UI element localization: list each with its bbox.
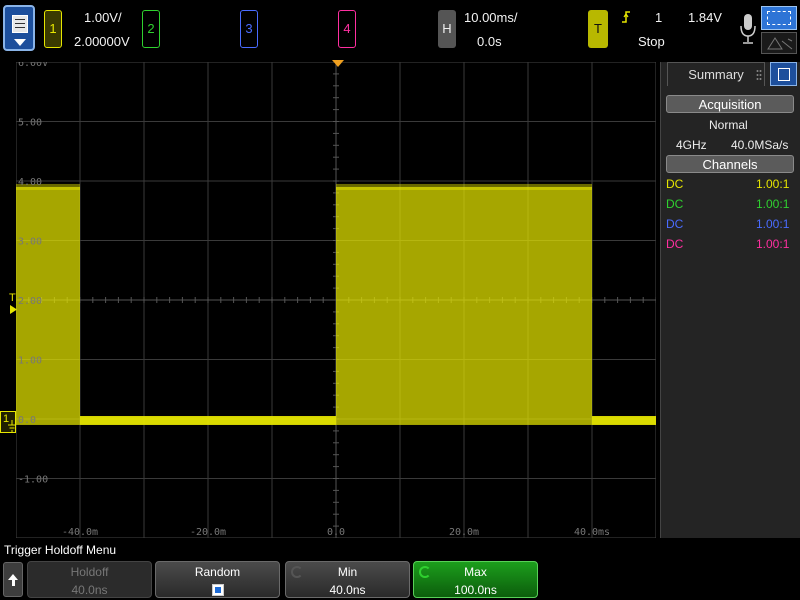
y-tick-label: 1.00 [18,356,42,367]
x-tick-label: -20.0m [190,527,226,538]
side-panel [660,62,800,538]
horizontal-button[interactable]: H [438,10,456,48]
trigger-button[interactable]: T [588,10,608,48]
y-tick-label: -1.00 [18,475,48,486]
y-tick-label: 3.00 [18,237,42,248]
microphone-icon[interactable] [738,12,758,46]
trigger-level-marker[interactable]: T [9,292,16,304]
horizontal-scale: 10.00ms/ [464,10,518,25]
holdoff-value: 40.0ns [71,583,108,597]
holdoff-label: Holdoff [70,565,109,579]
waveform-noise-band [336,183,592,190]
min-label: Min [337,565,358,579]
back-button[interactable] [3,562,23,597]
waveform-low-segment [592,416,656,425]
tab-summary[interactable]: Summary [667,62,765,86]
channel-coupling: DC [666,217,684,231]
waveform-high-segment [336,186,592,425]
min-softkey[interactable]: Min 40.0ns [285,561,410,598]
tab-menu-icon[interactable] [770,62,797,86]
sample-rate: 40.0MSa/s [731,138,789,152]
horizontal-delay: 0.0s [477,34,502,49]
main-menu-button[interactable] [3,5,35,51]
holdoff-softkey[interactable]: Holdoff 40.0ns [27,561,152,598]
channel-coupling: DC [666,197,684,211]
menu-title: Trigger Holdoff Menu [4,543,117,557]
trigger-level-arrow-icon [10,305,17,314]
max-label: Max [464,565,487,579]
bandwidth: 4GHz [676,138,707,152]
channel-4-button[interactable]: 4 [338,10,356,48]
min-value: 40.0ns [329,583,366,597]
channel-coupling: DC [666,237,684,251]
channels-header[interactable]: Channels [666,155,794,173]
random-checkbox[interactable] [212,584,224,596]
channel-3-button[interactable]: 3 [240,10,258,48]
y-tick-label: 0.0 [18,415,36,426]
dropdown-triangle-icon [14,39,26,46]
acquisition-mode: Normal [709,118,748,132]
channel-probe-ratio: 1.00:1 [756,217,790,231]
ground-icon [8,420,16,432]
waveform-low-segment [80,416,336,425]
max-softkey[interactable]: Max 100.0ns [413,561,538,598]
trigger-source: 1 [655,10,663,25]
x-tick-label: 0.0 [327,527,345,538]
y-tick-label: 6.00V [18,62,48,69]
y-tick-label: 4.00 [18,177,42,188]
y-tick-label: 5.00 [18,118,42,129]
trigger-time-marker-icon[interactable] [332,60,344,68]
channel-1-button[interactable]: 1 [44,10,62,48]
channel-probe-ratio: 1.00:1 [756,237,790,251]
acquisition-header[interactable]: Acquisition [666,95,794,113]
channel-probe-ratio: 1.00:1 [756,197,790,211]
x-tick-label: 20.0m [449,527,479,538]
waveform-display[interactable]: 6.00V 5.00 4.00 3.00 2.00 1.00 0.0 -1.00 -40.0m… [16,62,656,538]
x-tick-label: -40.0m [62,527,98,538]
channel-1-offset: 2.00000V [74,34,130,49]
zoom-box-tool-icon[interactable] [761,6,797,30]
run-status: Stop [638,34,665,49]
channel-2-button[interactable]: 2 [142,10,160,48]
random-label: Random [194,565,241,579]
trigger-level: 1.84V [688,10,722,25]
measure-cursor-tool-icon[interactable] [761,32,797,54]
channel-1-scale: 1.00V/ [84,10,122,25]
random-softkey[interactable]: Random [155,561,280,598]
drag-handle-icon[interactable] [756,68,762,80]
x-tick-label: 40.0ms [574,527,610,538]
rising-edge-icon [622,11,630,23]
menu-list-icon [12,15,28,33]
y-tick-label: 2.00 [18,296,42,307]
top-status-bar: 1 1.00V/ 2.00000V 2 3 4 H 10.00ms/ 0.0s … [0,0,800,58]
channel-probe-ratio: 1.00:1 [756,177,790,191]
max-value: 100.0ns [454,583,497,597]
channel-1-ground-marker[interactable]: 1 [0,411,16,433]
channel-coupling: DC [666,177,684,191]
